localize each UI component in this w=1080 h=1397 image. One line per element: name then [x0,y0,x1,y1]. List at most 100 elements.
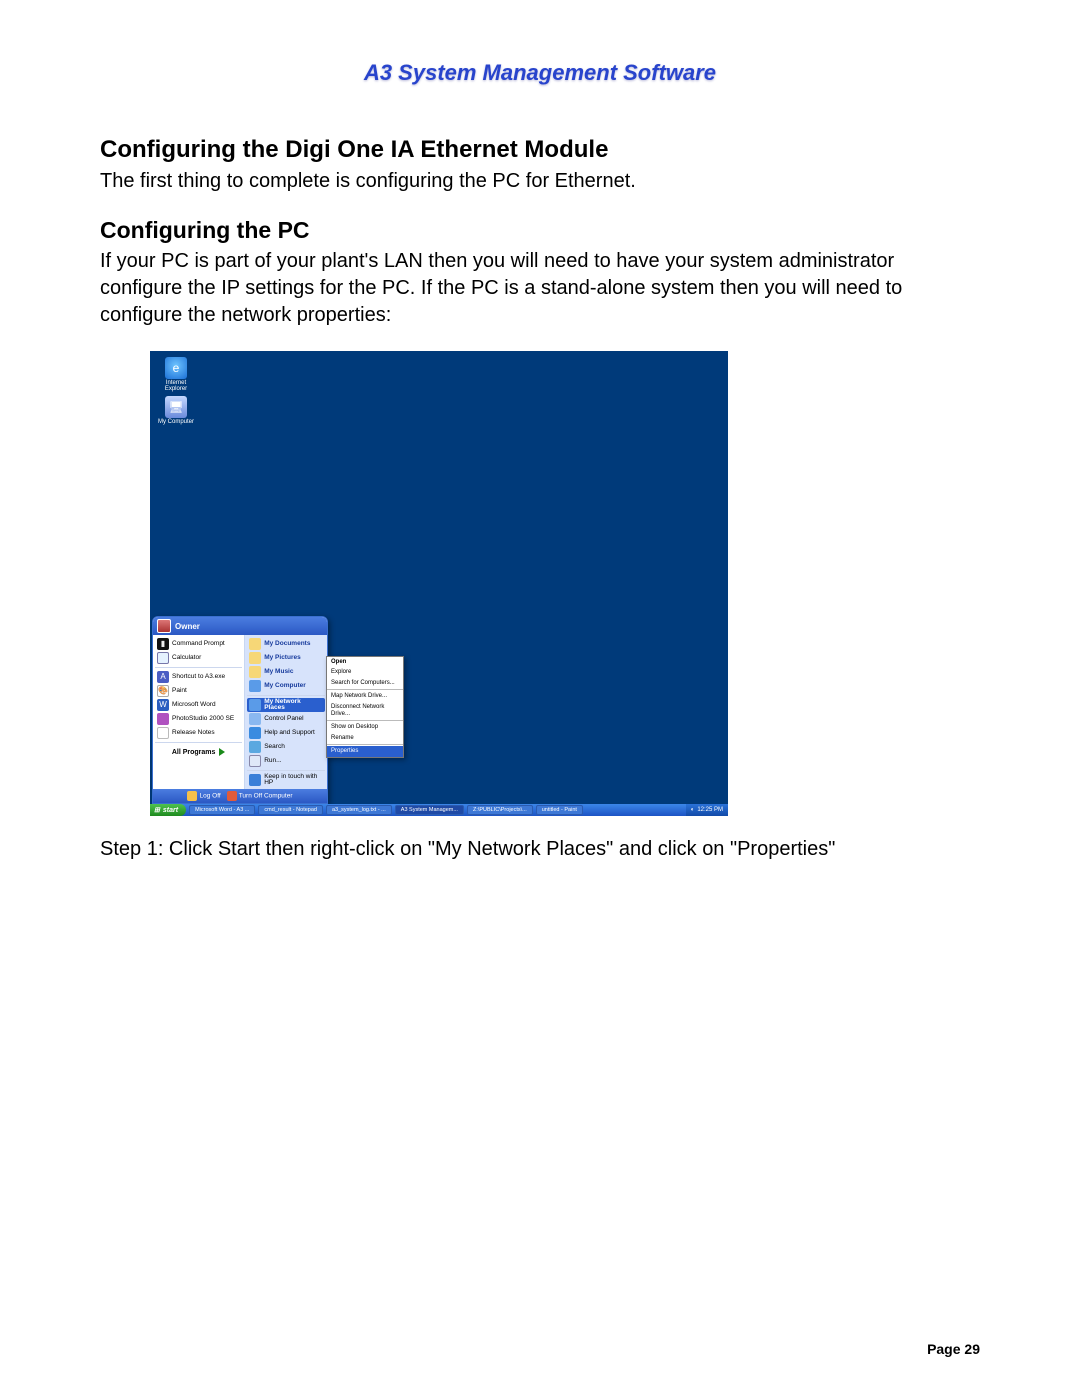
windows-flag-icon: ⊞ [154,806,160,814]
start-item-hp[interactable]: Keep in touch with HP [247,773,325,787]
separator [155,742,242,743]
taskbar-item[interactable]: a3_system_log.txt - ... [326,805,392,815]
page-number: Page 29 [927,1341,980,1357]
start-item-label: PhotoStudio 2000 SE [172,716,234,723]
context-menu: Open Explore Search for Computers... Map… [326,656,404,758]
start-item-word[interactable]: WMicrosoft Word [155,698,242,712]
logoff-button[interactable]: Log Off [187,791,220,801]
start-menu-right-pane: My Documents My Pictures My Music My Com… [245,635,327,789]
ctx-item-rename[interactable]: Rename [327,733,403,744]
start-item-run[interactable]: Run... [247,754,325,768]
start-item-search[interactable]: Search [247,740,325,754]
ctx-item-show-desktop[interactable]: Show on Desktop [327,722,403,733]
start-item-my-music[interactable]: My Music [247,665,325,679]
start-menu-owner: Owner [175,622,200,631]
logoff-label: Log Off [199,793,220,800]
start-item-label: Calculator [172,655,201,662]
start-item-my-documents[interactable]: My Documents [247,637,325,651]
doc-title: A3 System Management Software [100,60,980,86]
start-item-control-panel[interactable]: Control Panel [247,712,325,726]
folder-icon [249,652,261,664]
start-item-label: My Network Places [264,699,323,712]
separator [247,770,325,771]
start-item-help-support[interactable]: Help and Support [247,726,325,740]
document-page: A3 System Management Software Configurin… [0,0,1080,1397]
run-icon [249,755,261,767]
ctx-item-disconnect-drive[interactable]: Disconnect Network Drive... [327,702,403,719]
desktop-icon-label: My Computer [156,419,196,425]
start-item-label: Paint [172,688,187,695]
start-item-my-pictures[interactable]: My Pictures [247,651,325,665]
start-item-label: My Music [264,669,293,676]
start-menu-body: ▮Command Prompt Calculator AShortcut to … [153,635,327,789]
start-item-label: Command Prompt [172,641,225,648]
start-item-label: Keep in touch with HP [264,774,323,787]
start-menu-left-pane: ▮Command Prompt Calculator AShortcut to … [153,635,245,789]
folder-icon [249,666,261,678]
tray-icon: ◐ [691,807,695,813]
desktop-icon-mycomputer[interactable]: 🖥 My Computer [156,396,196,425]
logoff-icon [187,791,197,801]
power-icon [227,791,237,801]
calc-icon [157,652,169,664]
desktop-icon-ie[interactable]: e Internet Explorer [156,357,196,392]
ie-icon: e [165,357,187,379]
desktop-icon-label: Internet Explorer [156,380,196,392]
system-tray[interactable]: ◐ 12:25 PM [686,804,728,816]
separator [247,695,325,696]
start-item-my-network-places[interactable]: My Network Places [247,698,325,712]
ctx-item-map-drive[interactable]: Map Network Drive... [327,691,403,702]
photo-icon [157,713,169,725]
start-item-label: Release Notes [172,730,215,737]
start-item-label: My Pictures [264,655,301,662]
taskbar-item[interactable]: A3 System Managem... [395,805,464,815]
start-menu-footer: Log Off Turn Off Computer [153,789,327,803]
separator [155,667,242,668]
taskbar-item[interactable]: untitled - Paint [536,805,583,815]
start-item-my-computer[interactable]: My Computer [247,679,325,693]
all-programs-label: All Programs [172,749,216,756]
ctx-item-search-computers[interactable]: Search for Computers... [327,678,403,689]
control-panel-icon [249,713,261,725]
ctx-item-explore[interactable]: Explore [327,667,403,678]
start-item-release-notes[interactable]: Release Notes [155,726,242,740]
taskbar-item[interactable]: Z:\PUBLIC\Projects\... [467,805,533,815]
cmd-icon: ▮ [157,638,169,650]
start-button[interactable]: ⊞ start [150,804,186,816]
heading-configure-module: Configuring the Digi One IA Ethernet Mod… [100,136,980,164]
computer-icon [249,680,261,692]
separator [327,744,403,745]
start-item-photostudio[interactable]: PhotoStudio 2000 SE [155,712,242,726]
folder-icon [249,638,261,650]
turnoff-button[interactable]: Turn Off Computer [227,791,293,801]
word-icon: W [157,699,169,711]
start-item-command-prompt[interactable]: ▮Command Prompt [155,637,242,651]
arrow-right-icon [219,748,225,756]
desktop-icons: e Internet Explorer 🖥 My Computer [156,357,204,429]
start-item-paint[interactable]: 🎨Paint [155,684,242,698]
taskbar-item[interactable]: Microsoft Word - A3 ... [189,805,255,815]
network-icon [249,699,261,711]
start-item-label: Microsoft Word [172,702,216,709]
start-item-label: My Computer [264,683,306,690]
notes-icon [157,727,169,739]
start-item-calculator[interactable]: Calculator [155,651,242,665]
separator [327,720,403,721]
start-menu-header: Owner [153,617,327,635]
start-item-label: Run... [264,758,281,765]
search-icon [249,741,261,753]
ctx-item-open[interactable]: Open [327,657,403,668]
figure-caption-step1: Step 1: Click Start then right-click on … [100,838,980,861]
turnoff-label: Turn Off Computer [239,793,293,800]
help-icon [249,727,261,739]
ctx-item-properties[interactable]: Properties [327,746,403,757]
user-avatar-icon [157,619,171,633]
start-all-programs[interactable]: All Programs [155,745,242,759]
start-item-label: Search [264,744,285,751]
separator [327,689,403,690]
hp-icon [249,774,261,786]
start-item-a3-shortcut[interactable]: AShortcut to A3.exe [155,670,242,684]
taskbar-item[interactable]: cmd_result - Notepad [258,805,323,815]
start-menu: Owner ▮Command Prompt Calculator AShortc… [152,616,328,804]
a3-icon: A [157,671,169,683]
